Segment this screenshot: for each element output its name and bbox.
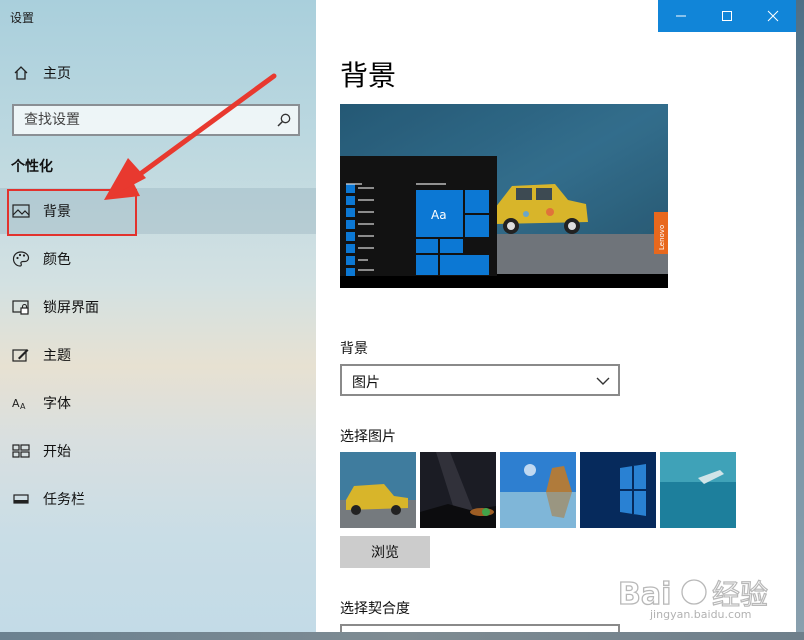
close-icon xyxy=(767,10,779,22)
desktop-edge-right xyxy=(796,0,804,640)
page-title: 背景 xyxy=(340,59,397,92)
sidebar-item-taskbar[interactable]: 任务栏 xyxy=(0,476,316,522)
picture-thumbnail-night-sky[interactable] xyxy=(420,452,496,528)
desktop-preview: Lenovo Aa xyxy=(340,104,668,288)
sidebar-item-lock-screen[interactable]: 锁屏界面 xyxy=(0,284,316,330)
background-label: 背景 xyxy=(340,341,368,357)
taskbar-icon xyxy=(12,490,30,508)
sidebar-item-label: 主题 xyxy=(43,348,71,364)
svg-text:A: A xyxy=(12,397,20,410)
start-grid-icon xyxy=(12,442,30,460)
sidebar-item-themes[interactable]: 主题 xyxy=(0,332,316,378)
palette-icon xyxy=(12,250,30,268)
font-icon: AA xyxy=(12,394,30,412)
sidebar-item-colors[interactable]: 颜色 xyxy=(0,236,316,282)
sidebar-item-label: 锁屏界面 xyxy=(43,300,99,316)
minimize-button[interactable] xyxy=(658,0,704,32)
picture-thumbnail-windows[interactable] xyxy=(580,452,656,528)
maximize-icon xyxy=(722,11,732,21)
baidu-watermark-logo: Bai 经验 xyxy=(617,576,768,612)
brand-tag: Lenovo xyxy=(658,225,666,250)
background-type-dropdown[interactable]: 图片 xyxy=(340,364,620,396)
annotation-arrow xyxy=(104,73,277,200)
sidebar-item-label: 颜色 xyxy=(43,252,71,268)
watermark-url: jingyan.baidu.com xyxy=(650,608,752,621)
window-controls xyxy=(658,0,796,32)
sidebar-item-start[interactable]: 开始 xyxy=(0,428,316,474)
sidebar-item-label: 任务栏 xyxy=(43,492,85,508)
desktop-edge-bottom xyxy=(0,632,804,640)
svg-text:经验: 经验 xyxy=(712,578,768,611)
lock-screen-icon xyxy=(12,298,30,316)
theme-brush-icon xyxy=(12,346,30,364)
sidebar-item-fonts[interactable]: AA 字体 xyxy=(0,380,316,426)
choose-picture-label: 选择图片 xyxy=(340,429,396,445)
svg-text:Bai: Bai xyxy=(618,577,671,612)
picture-thumbnail-underwater[interactable] xyxy=(660,452,736,528)
dropdown-value: 图片 xyxy=(352,375,380,391)
choose-fit-label: 选择契合度 xyxy=(340,601,410,617)
maximize-button[interactable] xyxy=(704,0,750,32)
minimize-icon xyxy=(676,15,686,17)
preview-tile-text: Aa xyxy=(431,208,447,222)
sidebar-item-label: 开始 xyxy=(43,444,71,460)
close-button[interactable] xyxy=(750,0,796,32)
chevron-down-icon xyxy=(596,377,610,385)
picture-thumbnail-beach[interactable] xyxy=(500,452,576,528)
sidebar-item-label: 字体 xyxy=(43,396,71,412)
svg-text:A: A xyxy=(20,402,26,411)
browse-button[interactable]: 浏览 xyxy=(340,536,430,568)
picture-thumbnail-car[interactable] xyxy=(340,452,416,528)
